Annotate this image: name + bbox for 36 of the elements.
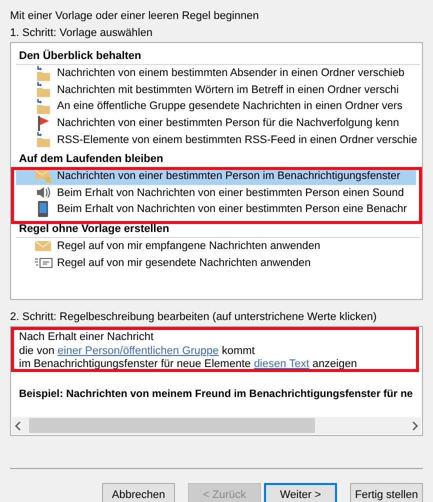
group-header: Den Überblick behalten [16,45,420,65]
scrollbar-thumb[interactable] [29,418,315,433]
template-item[interactable]: Nachrichten mit bestimmten Wörtern im Betreff in einen Ordner verschi [16,82,416,98]
dialog-button[interactable]: Fertig stellen [350,483,423,502]
rule-condition-line: die von einer Person/öffentlichen Gruppe kommt [19,344,256,358]
template-item[interactable]: RSS-Elemente von einem bestimmten RSS-Feed in einen Ordner verschie [16,131,416,148]
mobile-phone-icon [35,201,51,218]
example-text: Beispiel: Nachrichten von meinem Freund im Benachrichtigungsfenster für ne [18,387,414,402]
dialog-button[interactable]: Abbrechen [102,483,175,502]
rule-value-link[interactable]: einer Person/öffentlichen Gruppe [58,344,219,356]
speaker-icon [35,185,51,200]
group-header: Auf dem Laufenden bleiben [16,148,420,168]
outgoing-envelope-icon [35,256,53,269]
envelope-star-icon [35,168,53,184]
step-label: 2. Schritt: Regelbeschreibung bearbeiten (auf unterstrichene Werte klicken) [10,310,378,325]
folder-arrow-icon [35,98,51,114]
template-item[interactable]: Regel auf von mir empfangene Nachrichten anwenden [16,238,416,254]
rule-condition-line: im Benachrichtigungsfenster für neue Elemente diesen Text anzeigen [19,358,358,372]
template-item[interactable]: An eine öffentliche Gruppe gesendete Nachrichten in einen Ordner vers [16,98,416,115]
dialog-heading: Mit einer Vorlage oder einer leeren Regel beginnen [10,9,260,24]
template-item[interactable]: Regel auf von mir gesendete Nachrichten anwenden [16,254,416,271]
step-label: 1. Schritt: Vorlage auswählen [10,26,154,41]
horizontal-scrollbar[interactable] [12,417,421,434]
folder-arrow-icon [35,66,51,81]
template-item[interactable]: Nachrichten von einer bestimmten Person für die Nachverfolgung kenn [16,114,416,132]
template-item[interactable]: Beim Erhalt von Nachrichten von einer bestimmten Person eine Benachr [16,201,416,218]
rule-condition-line: Nach Erhalt einer Nachricht [19,331,155,344]
folder-arrow-icon [35,132,51,148]
flag-icon [35,116,51,131]
folder-arrow-icon [35,82,51,98]
envelope-icon [35,240,51,252]
template-item[interactable]: Beim Erhalt von Nachrichten von einer bestimmten Person einen Sound [16,184,416,202]
group-header: Regel ohne Vorlage erstellen [16,218,420,238]
dialog-button[interactable]: Weiter > [264,483,337,502]
template-item[interactable]: Nachrichten von einem bestimmten Absender in einen Ordner verschieb [16,65,416,82]
rule-value-link[interactable]: diesen Text [254,358,310,370]
